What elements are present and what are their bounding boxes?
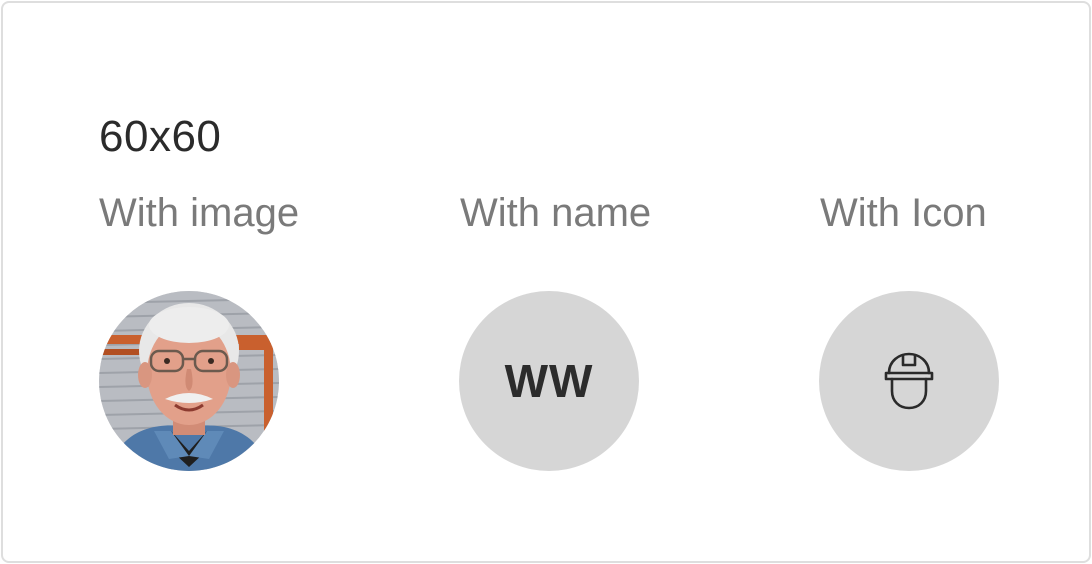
avatar-photo [99, 291, 279, 471]
hard-hat-icon [884, 352, 934, 410]
label-with-image: With image [99, 191, 300, 235]
avatar-showcase-card: 60x60 With image With name With Icon WW [1, 1, 1091, 563]
avatar-initials: WW [459, 291, 639, 471]
size-title: 60x60 [99, 112, 222, 161]
avatar-icon [819, 291, 999, 471]
label-with-icon: With Icon [820, 191, 987, 235]
user-photo [99, 291, 279, 471]
label-with-name: With name [460, 191, 652, 235]
avatar-initials-text: WW [504, 355, 594, 407]
